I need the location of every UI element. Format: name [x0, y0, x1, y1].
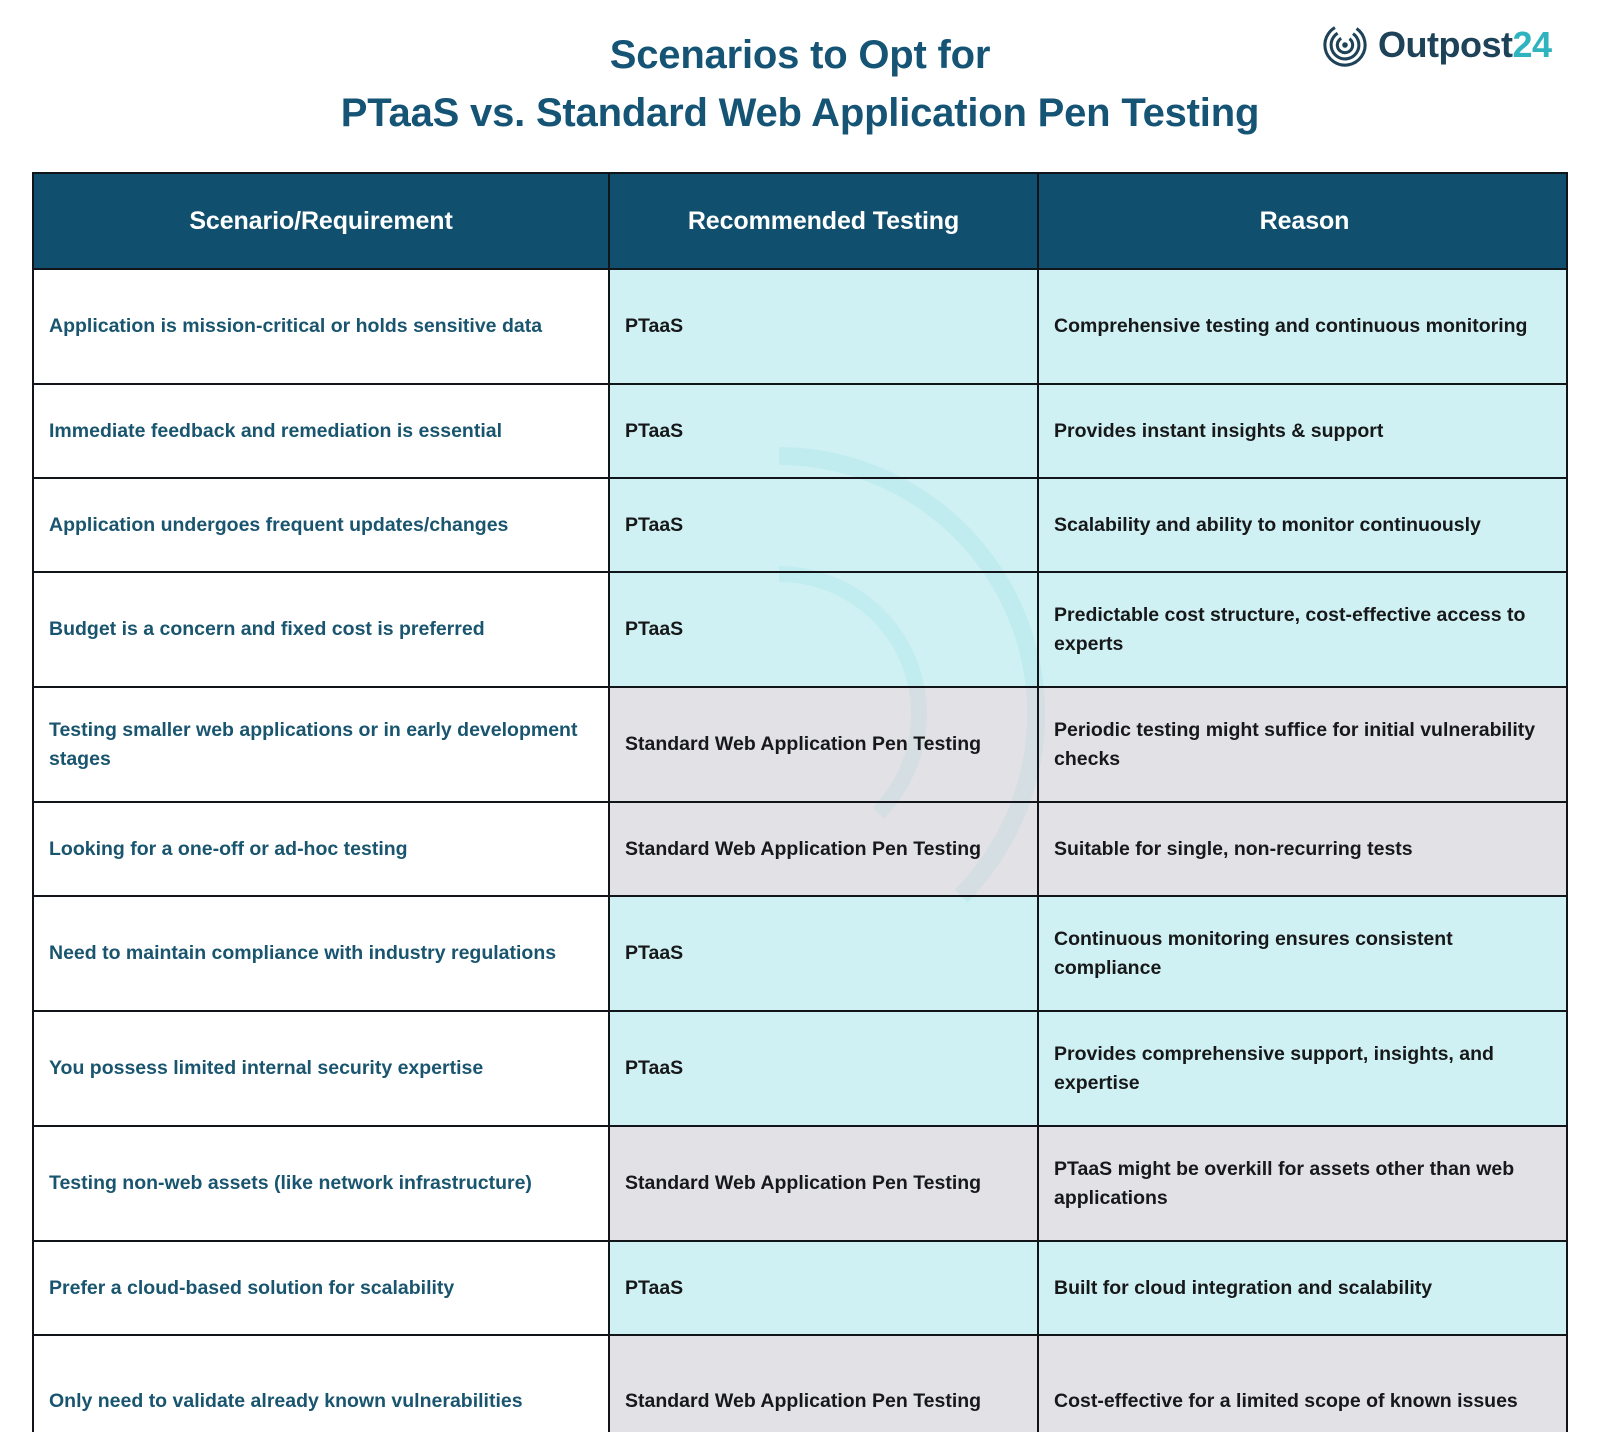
cell-scenario: Budget is a concern and fixed cost is pr…: [34, 572, 610, 688]
table-row: Application undergoes frequent updates/c…: [34, 478, 1566, 573]
table-header-row: Scenario/Requirement Recommended Testing…: [34, 174, 1566, 270]
table-row: Application is mission-critical or holds…: [34, 269, 1566, 385]
table-header: Scenario/Requirement Recommended Testing…: [34, 174, 1566, 270]
cell-recommended: Standard Web Application Pen Testing: [609, 687, 1039, 803]
cell-recommended: PTaaS: [609, 896, 1039, 1012]
table-row: Testing non-web assets (like network inf…: [34, 1126, 1566, 1242]
column-header-scenario: Scenario/Requirement: [34, 174, 610, 270]
page-title-line1: Scenarios to Opt for: [609, 33, 991, 77]
cell-reason: Provides instant insights & support: [1038, 384, 1566, 479]
column-header-recommended-testing: Recommended Testing: [609, 174, 1039, 270]
cell-recommended: PTaaS: [609, 478, 1039, 573]
cell-reason: PTaaS might be overkill for assets other…: [1038, 1126, 1566, 1242]
cell-reason: Predictable cost structure, cost-effecti…: [1038, 572, 1566, 688]
comparison-table: Scenario/Requirement Recommended Testing…: [34, 174, 1566, 1432]
cell-recommended: PTaaS: [609, 269, 1039, 385]
comparison-table-container: Scenario/Requirement Recommended Testing…: [32, 172, 1568, 1432]
table-row: Looking for a one-off or ad-hoc testing …: [34, 802, 1566, 897]
cell-scenario: Application undergoes frequent updates/c…: [34, 478, 610, 573]
cell-scenario: You possess limited internal security ex…: [34, 1011, 610, 1127]
cell-recommended: PTaaS: [609, 1011, 1039, 1127]
table-row: Need to maintain compliance with industr…: [34, 896, 1566, 1012]
cell-reason: Provides comprehensive support, insights…: [1038, 1011, 1566, 1127]
table-body: Application is mission-critical or holds…: [34, 269, 1566, 1432]
cell-recommended: Standard Web Application Pen Testing: [609, 1335, 1039, 1432]
table-row: Immediate feedback and remediation is es…: [34, 384, 1566, 479]
cell-reason: Built for cloud integration and scalabil…: [1038, 1241, 1566, 1336]
cell-recommended: Standard Web Application Pen Testing: [609, 1126, 1039, 1242]
cell-scenario: Only need to validate already known vuln…: [34, 1335, 610, 1432]
cell-scenario: Testing non-web assets (like network inf…: [34, 1126, 610, 1242]
table-row: Only need to validate already known vuln…: [34, 1335, 1566, 1432]
cell-recommended: PTaaS: [609, 384, 1039, 479]
cell-reason: Scalability and ability to monitor conti…: [1038, 478, 1566, 573]
table-row: Prefer a cloud-based solution for scalab…: [34, 1241, 1566, 1336]
cell-scenario: Testing smaller web applications or in e…: [34, 687, 610, 803]
cell-scenario: Looking for a one-off or ad-hoc testing: [34, 802, 610, 897]
table-row: You possess limited internal security ex…: [34, 1011, 1566, 1127]
table-row: Budget is a concern and fixed cost is pr…: [34, 572, 1566, 688]
cell-recommended: PTaaS: [609, 1241, 1039, 1336]
cell-recommended: PTaaS: [609, 572, 1039, 688]
page-title: Scenarios to Opt for PTaaS vs. Standard …: [0, 26, 1600, 142]
cell-scenario: Prefer a cloud-based solution for scalab…: [34, 1241, 610, 1336]
cell-reason: Comprehensive testing and continuous mon…: [1038, 269, 1566, 385]
cell-reason: Suitable for single, non-recurring tests: [1038, 802, 1566, 897]
column-header-reason: Reason: [1038, 174, 1566, 270]
cell-reason: Periodic testing might suffice for initi…: [1038, 687, 1566, 803]
page-title-line2: PTaaS vs. Standard Web Application Pen T…: [340, 91, 1260, 135]
cell-scenario: Need to maintain compliance with industr…: [34, 896, 610, 1012]
infographic-page: Outpost24 Scenarios to Opt for PTaaS vs.…: [0, 0, 1600, 1432]
cell-scenario: Application is mission-critical or holds…: [34, 269, 610, 385]
table-row: Testing smaller web applications or in e…: [34, 687, 1566, 803]
cell-scenario: Immediate feedback and remediation is es…: [34, 384, 610, 479]
cell-recommended: Standard Web Application Pen Testing: [609, 802, 1039, 897]
cell-reason: Continuous monitoring ensures consistent…: [1038, 896, 1566, 1012]
cell-reason: Cost-effective for a limited scope of kn…: [1038, 1335, 1566, 1432]
